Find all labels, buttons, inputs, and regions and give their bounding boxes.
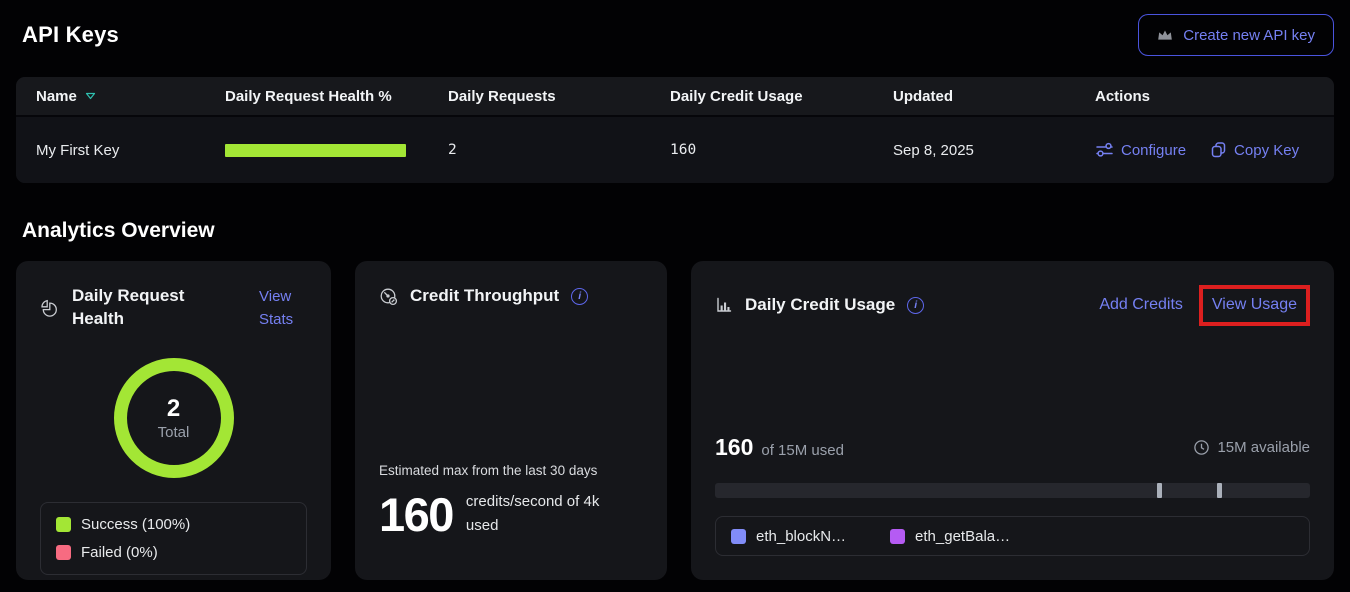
crown-icon — [1157, 29, 1173, 42]
actions-cell: Configure Copy Key — [1095, 141, 1334, 159]
column-header-health: Daily Request Health % — [225, 88, 448, 105]
daily-credit-usage-title: Daily Credit Usage — [745, 294, 895, 317]
updated-value: Sep 8, 2025 — [893, 142, 1095, 159]
credit-throughput-card: Credit Throughput i Estimated max from t… — [355, 261, 667, 580]
failed-swatch — [56, 545, 71, 560]
copy-icon — [1210, 141, 1227, 159]
success-swatch — [56, 517, 71, 532]
legend-item-success: Success (100%) — [56, 516, 291, 533]
health-bar — [225, 144, 406, 157]
copy-key-button[interactable]: Copy Key — [1210, 141, 1299, 159]
donut-total-label: Total — [158, 424, 190, 441]
view-stats-link[interactable]: View Stats — [259, 285, 307, 332]
sliders-icon — [1095, 142, 1114, 158]
eth-blocknumber-label: eth_blockN… — [756, 528, 846, 545]
daily-request-health-header: Daily Request Health View Stats — [40, 285, 307, 332]
credit-usage-progress-bar — [715, 483, 1310, 498]
request-health-donut: 2 Total — [112, 356, 236, 480]
table-header-row: Name Daily Request Health % Daily Reques… — [16, 77, 1334, 117]
throughput-value: 160 — [379, 491, 453, 538]
daily-requests-value: 2 — [448, 142, 670, 158]
pie-chart-icon — [40, 299, 59, 318]
success-label: Success (100%) — [81, 516, 190, 533]
key-name: My First Key — [36, 142, 225, 159]
credits-used-caption: of 15M used — [761, 442, 844, 459]
legend-item-failed: Failed (0%) — [56, 544, 291, 561]
daily-request-health-card: Daily Request Health View Stats 2 Total … — [16, 261, 331, 580]
view-usage-link[interactable]: View Usage — [1212, 296, 1297, 313]
configure-button[interactable]: Configure — [1095, 142, 1186, 159]
column-header-actions: Actions — [1095, 88, 1334, 105]
credit-throughput-header: Credit Throughput i — [379, 285, 643, 308]
table-row: My First Key 2 160 Sep 8, 2025 Conf — [16, 117, 1334, 183]
usage-legend: eth_blockN… eth_getBala… — [715, 516, 1310, 556]
failed-label: Failed (0%) — [81, 544, 158, 561]
column-header-credit-usage: Daily Credit Usage — [670, 88, 893, 105]
donut-total-value: 2 — [167, 395, 180, 423]
column-header-requests: Daily Requests — [448, 88, 670, 105]
daily-credit-usage-header: Daily Credit Usage i Add Credits View Us… — [715, 285, 1310, 326]
clock-icon — [1193, 439, 1210, 456]
throughput-caption: credits/second of 4k used — [466, 490, 622, 538]
api-keys-table: Name Daily Request Health % Daily Reques… — [16, 77, 1334, 183]
red-annotation-box: View Usage — [1199, 285, 1310, 326]
api-keys-header: API Keys Create new API key — [0, 0, 1350, 56]
dashboard-page: API Keys Create new API key Name Daily R… — [0, 0, 1350, 592]
daily-credit-usage-card: Daily Credit Usage i Add Credits View Us… — [691, 261, 1334, 580]
daily-credit-usage-value: 160 — [670, 142, 893, 158]
eth-getbalance-swatch — [890, 529, 905, 544]
analytics-cards: Daily Request Health View Stats 2 Total … — [16, 261, 1334, 580]
daily-request-health-title: Daily Request Health — [72, 285, 194, 331]
copy-key-label: Copy Key — [1234, 142, 1299, 159]
column-header-updated: Updated — [893, 88, 1095, 105]
chevron-down-icon[interactable] — [85, 92, 96, 100]
analytics-overview-title: Analytics Overview — [22, 219, 1350, 243]
legend-item-eth-getbalance: eth_getBala… — [890, 528, 1010, 545]
bar-chart-icon — [715, 296, 733, 314]
create-api-key-button[interactable]: Create new API key — [1138, 14, 1334, 56]
page-title: API Keys — [22, 22, 119, 48]
credits-used-value: 160 — [715, 434, 753, 461]
column-header-name[interactable]: Name — [36, 88, 225, 105]
info-icon[interactable]: i — [571, 288, 588, 305]
gauge-icon — [379, 287, 398, 306]
progress-tick — [1157, 483, 1162, 498]
credit-throughput-title: Credit Throughput — [410, 285, 559, 308]
health-bar-cell — [225, 144, 448, 157]
eth-getbalance-label: eth_getBala… — [915, 528, 1010, 545]
health-legend: Success (100%) Failed (0%) — [40, 502, 307, 575]
info-icon[interactable]: i — [907, 297, 924, 314]
eth-blocknumber-swatch — [731, 529, 746, 544]
legend-item-eth-blocknumber: eth_blockN… — [731, 528, 846, 545]
add-credits-link[interactable]: Add Credits — [1099, 293, 1183, 318]
create-api-key-label: Create new API key — [1183, 27, 1315, 44]
throughput-subtitle: Estimated max from the last 30 days — [379, 463, 643, 478]
credits-available-label: 15M available — [1217, 439, 1310, 456]
progress-tick — [1217, 483, 1222, 498]
configure-label: Configure — [1121, 142, 1186, 159]
